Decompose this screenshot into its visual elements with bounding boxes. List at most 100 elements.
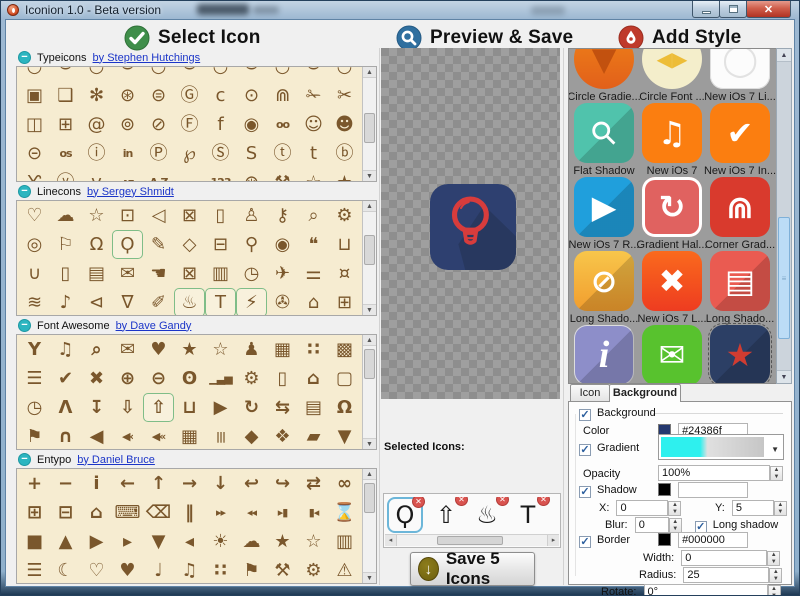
icon-cell[interactable]: ⚐ [50, 230, 81, 259]
icon-cell[interactable]: ☚ [143, 259, 174, 288]
icon-cell[interactable]: ⌕ [298, 201, 329, 230]
icon-cell[interactable]: ◡ [205, 66, 236, 81]
icon-cell[interactable]: ▮◂ [298, 498, 329, 527]
icon-cell[interactable]: ✈ [267, 259, 298, 288]
icon-cell[interactable]: ⊛ [236, 168, 267, 182]
style-item[interactable]: ⋒Corner Grad... [706, 177, 774, 251]
icon-cell[interactable]: ⌂ [298, 288, 329, 316]
icon-cell[interactable]: os [50, 139, 81, 168]
icon-cell[interactable]: @ [81, 110, 112, 139]
icon-set-author-link[interactable]: by Stephen Hutchings [93, 52, 201, 64]
icon-cell[interactable]: ⓥ [50, 168, 81, 182]
icon-cell[interactable]: ☰ [19, 364, 50, 393]
icon-cell[interactable]: ☰ [19, 556, 50, 584]
style-thumbnail[interactable]: ◯ [710, 48, 770, 89]
opacity-field[interactable]: 100% [658, 465, 770, 481]
icon-cell[interactable]: ⚒ [267, 556, 298, 584]
icon-cell[interactable]: in [112, 139, 143, 168]
grid-scrollbar[interactable]: ▲▼ [362, 67, 376, 181]
icon-cell[interactable]: Y [19, 335, 50, 364]
background-checkbox[interactable]: ✓ [579, 409, 591, 421]
selected-icon[interactable]: T✕ [510, 497, 546, 533]
icon-cell[interactable]: → [174, 469, 205, 498]
icon-cell[interactable]: ◆ [236, 422, 267, 450]
icon-cell[interactable]: ⚲ [236, 230, 267, 259]
icon-cell[interactable]: ⋒ [267, 81, 298, 110]
shadow-y-field[interactable]: 5 [732, 500, 774, 516]
icon-cell[interactable]: ∇ [112, 288, 143, 316]
scroll-down-arrow[interactable]: ▼ [363, 438, 376, 449]
scroll-up-arrow[interactable]: ▲ [363, 201, 376, 212]
icon-cell[interactable]: ||| [205, 422, 236, 450]
style-thumbnail[interactable]: ▶ [574, 177, 634, 237]
icon-cell[interactable]: ⚙ [298, 556, 329, 584]
scroll-thumb[interactable] [364, 349, 375, 379]
scroll-thumb[interactable]: ≡ [778, 217, 790, 339]
icon-cell[interactable]: ☆ [298, 527, 329, 556]
icon-cell[interactable]: ⌣ [50, 66, 81, 81]
icon-cell[interactable]: ❑ [50, 81, 81, 110]
style-item[interactable]: ⊘Long Shado... [570, 251, 638, 325]
shadow-checkbox[interactable]: ✓ [579, 486, 591, 498]
remove-icon-button[interactable]: ✕ [537, 497, 550, 506]
style-thumbnail[interactable]: ⋒ [710, 177, 770, 237]
icon-cell[interactable]: ⌣ [298, 66, 329, 81]
icon-cell[interactable]: ≋ [19, 288, 50, 316]
scroll-up-arrow[interactable]: ▲ [363, 335, 376, 346]
icon-cell[interactable]: f [205, 110, 236, 139]
icon-cell[interactable]: ▸ [112, 527, 143, 556]
icon-cell[interactable]: ▢ [329, 364, 360, 393]
icon-cell[interactable]: ◂ [174, 527, 205, 556]
icon-cell[interactable]: ♫ [174, 556, 205, 584]
grid-scrollbar[interactable]: ▲▼ [362, 335, 376, 449]
icon-cell[interactable]: ★ [329, 168, 360, 182]
icon-cell[interactable]: ⚙ [236, 364, 267, 393]
icon-cell[interactable]: ♨ [174, 288, 205, 316]
icon-cell[interactable]: ▶ [81, 527, 112, 556]
icon-cell[interactable]: ⊞ [329, 288, 360, 316]
icon-cell[interactable]: ⓑ [329, 139, 360, 168]
border-radius-spinner[interactable]: ▲▼ [769, 568, 782, 583]
close-button[interactable]: ✕ [746, 1, 791, 18]
icon-cell[interactable]: ⊞ [50, 110, 81, 139]
icon-cell[interactable]: ⚷ [267, 201, 298, 230]
icon-cell[interactable]: t [298, 139, 329, 168]
icon-cell[interactable]: ⇩ [112, 393, 143, 422]
icon-cell[interactable]: ◀« [143, 422, 174, 450]
style-thumbnail[interactable]: ★ [710, 325, 770, 384]
icon-cell[interactable]: ◡ [329, 66, 360, 81]
icon-set-author-link[interactable]: by Sergey Shmidt [87, 186, 174, 198]
icon-cell[interactable]: ⌫ [143, 498, 174, 527]
style-thumbnail[interactable]: ▼ [574, 48, 634, 89]
icon-cell[interactable]: ⊡ [112, 201, 143, 230]
icon-cell[interactable]: ⌣ [236, 66, 267, 81]
icon-cell[interactable]: ▯ [50, 259, 81, 288]
icon-cell[interactable]: ⚠ [329, 556, 360, 584]
icon-cell[interactable]: ⊔ [329, 230, 360, 259]
border-color-swatch[interactable] [658, 533, 671, 546]
icon-cell[interactable]: S [236, 139, 267, 168]
icon-cell[interactable]: ◡ [143, 66, 174, 81]
icon-cell[interactable]: ↑ [143, 469, 174, 498]
icon-cell[interactable]: ★ [267, 527, 298, 556]
icon-cell[interactable]: ◉ [267, 230, 298, 259]
icon-cell[interactable]: ▲ [50, 527, 81, 556]
icon-cell[interactable]: ♥ [143, 335, 174, 364]
icon-cell[interactable]: ¤ [329, 259, 360, 288]
icon-cell[interactable]: ₁₂₃ [174, 168, 205, 182]
icon-cell[interactable]: ⊘ [143, 110, 174, 139]
icon-cell[interactable]: ▤ [298, 393, 329, 422]
style-scrollbar[interactable]: ▲ ≡ ▼ [776, 48, 792, 384]
scroll-thumb[interactable] [364, 235, 375, 265]
opacity-spinner[interactable]: ▲▼ [770, 466, 783, 481]
collapse-section-button[interactable]: − [18, 185, 31, 198]
icon-cell[interactable]: ⚡ [236, 288, 267, 316]
icon-cell[interactable]: ◡ [19, 66, 50, 81]
style-thumbnail[interactable]: ✔ [710, 103, 770, 163]
scroll-right-arrow[interactable]: ▸ [547, 535, 559, 546]
scroll-up-arrow[interactable]: ▲ [363, 67, 376, 78]
icon-cell[interactable]: ★ [174, 335, 205, 364]
icon-cell[interactable]: ☆ [81, 201, 112, 230]
remove-icon-button[interactable]: ✕ [496, 497, 509, 506]
shadow-x-spinner[interactable]: ▲▼ [668, 501, 681, 516]
